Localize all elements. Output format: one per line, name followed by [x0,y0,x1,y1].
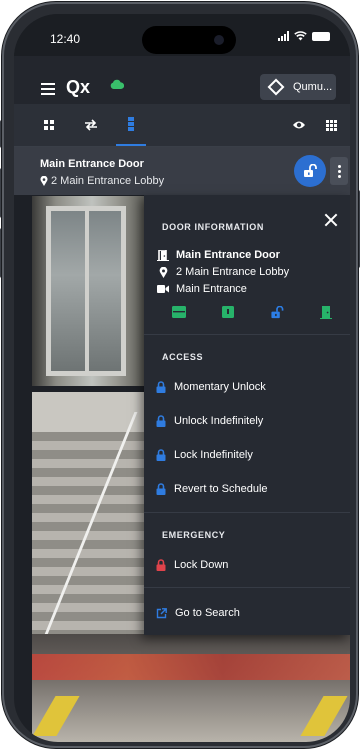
door-info-heading: DOOR INFORMATION [162,222,264,232]
door-tile-header: Main Entrance Door 2 Main Entrance Lobby [14,147,350,195]
more-options-button[interactable] [330,157,348,185]
revert-to-schedule-label: Revert to Schedule [174,483,268,495]
unlock-indefinitely-item[interactable]: Unlock Indefinitely [156,415,263,427]
divider [144,512,350,513]
parking-stripe [32,696,80,736]
phone-frame: 12:40 Qx Qumu... Main Entrance Door 2 Ma… [2,2,358,748]
swap-button[interactable] [78,104,104,146]
entrance-door-image [46,206,126,376]
more-vertical-icon [337,164,341,168]
go-to-search-label: Go to Search [175,607,240,619]
phone-screen: 12:40 Qx Qumu... Main Entrance Door 2 Ma… [14,14,350,742]
door-lock-button[interactable] [294,155,326,187]
lock-icon [156,381,166,393]
status-icons [278,31,330,41]
lock-indefinitely-item[interactable]: Lock Indefinitely [156,449,253,461]
apps-grid-button[interactable] [318,104,344,146]
door-controller-icon[interactable] [172,306,186,318]
layout-grid-button[interactable] [36,104,62,146]
door-location-text: 2 Main Entrance Lobby [176,266,290,278]
cloud-connected-icon [110,79,124,89]
location-pin-icon [159,266,167,278]
door-camera-text: Main Entrance [176,283,247,295]
grid-layout-icon [44,120,54,130]
tab-single-view[interactable] [116,104,146,146]
unlocked-padlock-icon [304,164,317,177]
lock-down-item[interactable]: Lock Down [156,559,228,571]
front-camera [214,35,224,45]
divider [144,334,350,335]
battery-icon [312,31,330,41]
momentary-unlock-label: Momentary Unlock [174,381,266,393]
door-location-row: 2 Main Entrance Lobby [156,266,289,278]
status-time: 12:40 [50,32,81,46]
go-to-search-item[interactable]: Go to Search [156,607,240,619]
signal-icon [278,31,289,41]
lock-down-label: Lock Down [174,559,229,571]
door-camera-row: Main Entrance [156,283,247,295]
site-selector-button[interactable]: Qumu... [260,74,336,100]
view-toolbar [14,104,350,147]
tile-location-text: 2 Main Entrance Lobby [51,175,165,187]
site-icon [267,78,285,96]
app-header: Qx Qumu... [14,56,350,104]
access-heading: ACCESS [162,352,204,362]
lockdown-icon [156,559,166,571]
video-camera-icon [157,285,169,293]
door-icon [157,249,169,261]
dynamic-island [142,26,236,54]
close-icon[interactable] [324,213,338,227]
tile-title: Main Entrance Door [40,158,144,170]
unlock-indefinitely-label: Unlock Indefinitely [174,415,264,427]
momentary-unlock-item[interactable]: Momentary Unlock [156,381,266,393]
parking-wall-image [32,654,350,680]
camera-feed-stairwell[interactable] [32,392,152,634]
door-name-text: Main Entrance Door [176,249,280,261]
swap-arrows-icon [85,119,97,131]
emergency-heading: EMERGENCY [162,530,226,540]
app-logo: Qx [66,77,91,97]
card-reader-icon[interactable] [222,306,234,318]
door-closed-icon[interactable] [320,306,332,319]
single-tile-icon [128,117,134,131]
apps-grid-icon [325,119,337,131]
camera-feed-entrance[interactable] [32,196,152,386]
door-actions-menu: DOOR INFORMATION Main Entrance Door 2 Ma… [144,195,350,635]
tile-location: 2 Main Entrance Lobby [40,175,164,187]
external-link-icon [156,607,167,618]
device-mockup: 12:40 Qx Qumu... Main Entrance Door 2 Ma… [0,0,362,752]
visibility-button[interactable] [286,104,312,146]
unlocked-padlock-icon[interactable] [270,306,284,319]
eye-icon [293,121,305,129]
menu-icon[interactable] [41,83,55,95]
location-pin-icon [40,176,48,186]
door-name-row: Main Entrance Door [156,249,280,261]
parking-stripe [300,696,348,736]
revert-to-schedule-item[interactable]: Revert to Schedule [156,483,268,495]
lock-icon [156,415,166,427]
lock-indefinitely-label: Lock Indefinitely [174,449,253,461]
lock-icon [156,483,166,495]
camera-feed-parking[interactable] [32,634,350,742]
status-bar: 12:40 [14,14,350,56]
divider [144,587,350,588]
lock-icon [156,449,166,461]
wifi-icon [294,31,307,41]
site-selector-label: Qumu... [293,81,333,93]
door-status-icons [172,306,332,319]
